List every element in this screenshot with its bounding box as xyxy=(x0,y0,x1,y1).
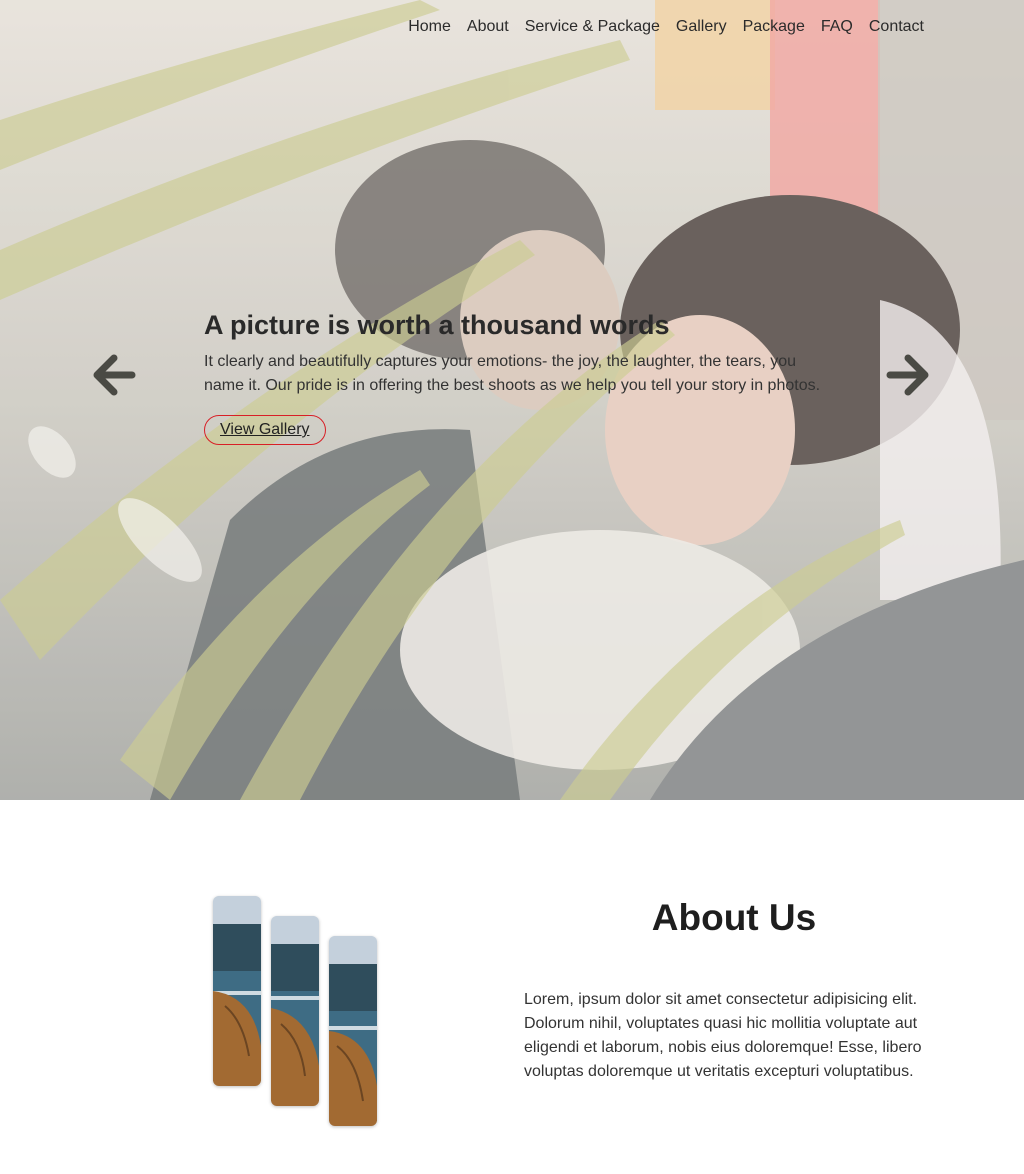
hero-section: Home About Service & Package Gallery Pac… xyxy=(0,0,1024,800)
hero-description: It clearly and beautifully captures your… xyxy=(204,353,821,394)
about-image-strip xyxy=(329,936,377,1126)
nav-service-package[interactable]: Service & Package xyxy=(525,16,660,38)
hero-title: A picture is worth a thousand words xyxy=(204,310,670,340)
hero-caption: A picture is worth a thousand words It c… xyxy=(204,308,844,445)
nav-about[interactable]: About xyxy=(467,16,509,38)
nav-package[interactable]: Package xyxy=(743,16,805,38)
arrow-right-icon[interactable] xyxy=(886,352,932,398)
nav-gallery[interactable]: Gallery xyxy=(676,16,727,38)
nav-contact[interactable]: Contact xyxy=(869,16,924,38)
about-title: About Us xyxy=(651,897,817,938)
about-image-strip xyxy=(213,896,261,1086)
about-section: About Us Lorem, ipsum dolor sit amet con… xyxy=(0,800,1024,1174)
nav-faq[interactable]: FAQ xyxy=(821,16,853,38)
nav-home[interactable]: Home xyxy=(408,16,451,38)
main-nav: Home About Service & Package Gallery Pac… xyxy=(408,16,924,38)
arrow-left-icon[interactable] xyxy=(90,352,136,398)
about-description: Lorem, ipsum dolor sit amet consectetur … xyxy=(524,991,922,1080)
view-gallery-button[interactable]: View Gallery xyxy=(204,415,326,445)
about-image-strip xyxy=(271,916,319,1106)
